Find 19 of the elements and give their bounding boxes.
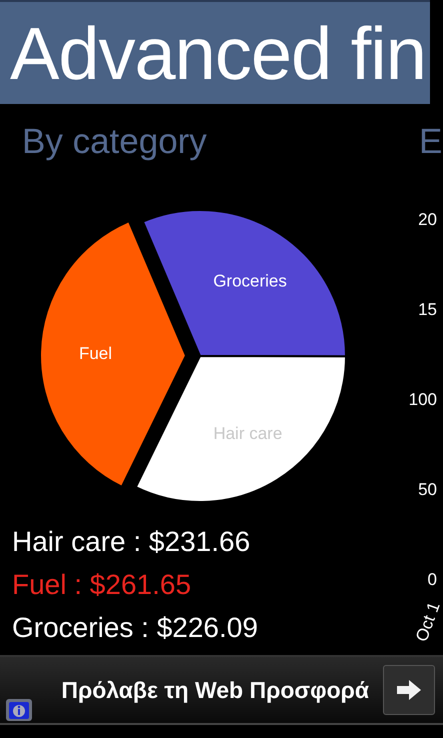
legend-entry[interactable]: Groceries : $226.09 [12,606,258,649]
axis-label: 15 [418,300,437,320]
slice-label: Fuel [78,344,112,364]
axis-label: 50 [418,480,437,500]
legend-entry[interactable]: Fuel : $261.65 [12,563,192,606]
legend-entry[interactable]: Hair care : $231.66 [12,520,250,563]
ad-banner[interactable]: Πρόλαβε τη Web Προσφορά [0,655,443,725]
axis-label: Oct 1 [412,600,443,644]
arrow-button[interactable] [383,665,435,715]
axis-label: 20 [418,210,437,230]
axis-label: 0 [428,570,437,590]
section-heading: E [419,122,442,163]
slice-label: Groceries [213,272,287,291]
section-heading: By category [22,122,207,163]
info-icon[interactable] [6,699,32,721]
app-title: Advanced fin [10,10,426,96]
ad-text: Πρόλαβε τη Web Προσφορά [61,676,369,704]
axis-label: 100 [408,390,437,410]
arrow-right-icon [396,679,422,701]
